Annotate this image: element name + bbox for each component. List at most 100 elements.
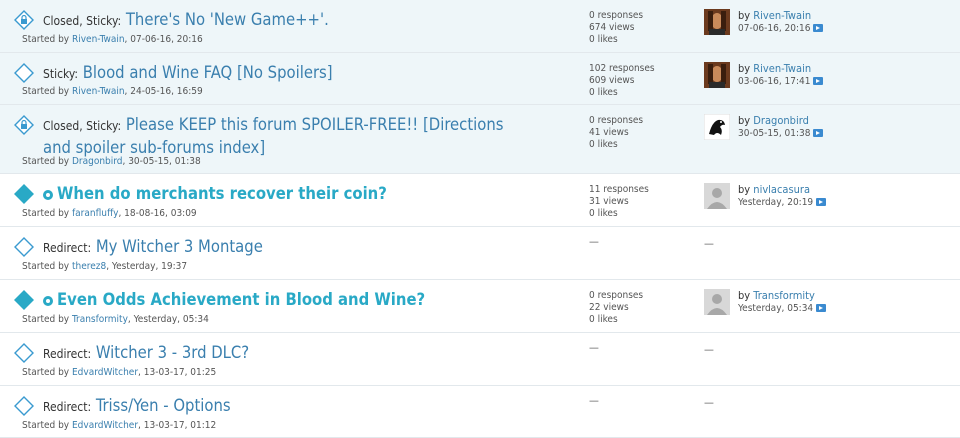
thread-title-link[interactable]: My Witcher 3 Montage <box>96 237 263 256</box>
views-count: 41 views <box>589 127 629 138</box>
thread-title-link[interactable]: Witcher 3 - 3rd DLC? <box>96 343 249 362</box>
go-to-last-post-icon[interactable] <box>813 77 824 85</box>
started-date: , Yesterday, 19:37 <box>106 261 188 272</box>
author-link[interactable]: Transformity <box>72 314 128 325</box>
thread-prefix: Sticky: <box>43 67 78 81</box>
started-by-label: Started by <box>22 86 70 97</box>
diamond-icon[interactable] <box>14 396 34 416</box>
views-count: 674 views <box>589 22 635 33</box>
last-poster-link[interactable]: Riven-Twain <box>753 9 811 22</box>
thread-row: Redirect: Witcher 3 - 3rd DLC? Started b… <box>0 333 960 386</box>
last-post: by Dragonbird 30-05-15, 01:38 <box>738 114 824 140</box>
last-post: by Transformity Yesterday, 05:34 <box>738 289 827 315</box>
thread-meta: Started by Riven-Twain, 07-06-16, 20:16 <box>22 34 203 45</box>
last-post-date: 03-06-16, 17:41 <box>738 76 811 87</box>
thread-stats: 0 responses 41 views 0 likes <box>589 115 643 151</box>
go-to-last-post-icon[interactable] <box>816 198 827 206</box>
views-count: 31 views <box>589 196 629 207</box>
last-post: by nivlacasura Yesterday, 20:19 <box>738 183 827 209</box>
by-label: by <box>738 9 751 22</box>
started-date: , Yesterday, 05:34 <box>127 314 209 325</box>
go-to-last-post-icon[interactable] <box>813 129 824 137</box>
thread-title-line: Redirect: Witcher 3 - 3rd DLC? <box>43 342 543 365</box>
responses-count: 0 responses <box>589 290 644 301</box>
responses-count: 11 responses <box>589 184 649 195</box>
author-link[interactable]: therez8 <box>72 261 106 272</box>
responses-count: 0 responses <box>589 10 644 21</box>
thread-title-line: When do merchants recover their coin? <box>43 183 543 204</box>
thread-title-line: Redirect: Triss/Yen - Options <box>43 395 543 418</box>
started-by-label: Started by <box>22 208 70 219</box>
stats-dash: — <box>589 394 599 407</box>
author-link[interactable]: faranfluffy <box>72 208 118 219</box>
avatar[interactable] <box>704 62 730 88</box>
avatar[interactable] <box>704 183 730 209</box>
thread-title-link[interactable]: Even Odds Achievement in Blood and Wine? <box>57 290 425 309</box>
diamond-icon[interactable] <box>14 237 34 257</box>
avatar[interactable] <box>704 9 730 35</box>
thread-stats: 0 responses 22 views 0 likes <box>589 290 643 326</box>
author-link[interactable]: Riven-Twain <box>72 86 125 97</box>
started-by-label: Started by <box>22 420 70 431</box>
responses-count: 0 responses <box>589 115 644 126</box>
thread-row: Sticky: Blood and Wine FAQ [No Spoilers]… <box>0 53 960 105</box>
last-poster-link[interactable]: Transformity <box>753 289 815 302</box>
by-label: by <box>738 62 751 75</box>
last-post-date: 07-06-16, 20:16 <box>738 23 811 34</box>
thread-title-link[interactable]: Triss/Yen - Options <box>96 396 231 415</box>
started-date: , 24-05-16, 16:59 <box>124 86 203 97</box>
thread-title-line: Redirect: My Witcher 3 Montage <box>43 236 543 259</box>
filled-diamond-icon[interactable] <box>14 184 34 204</box>
last-poster-link[interactable]: Riven-Twain <box>753 62 811 75</box>
thread-meta: Started by Dragonbird, 30-05-15, 01:38 <box>22 156 201 167</box>
thread-prefix: Closed, Sticky: <box>43 119 122 133</box>
thread-meta: Started by EdvardWitcher, 13-03-17, 01:1… <box>22 420 216 431</box>
stats-dash: — <box>589 235 599 248</box>
started-by-label: Started by <box>22 261 70 272</box>
go-to-first-unread-icon[interactable] <box>43 189 53 200</box>
thread-title-link[interactable]: Blood and Wine FAQ [No Spoilers] <box>83 63 333 82</box>
thread-title-line: Sticky: Blood and Wine FAQ [No Spoilers] <box>43 62 543 85</box>
closed-sticky-icon[interactable] <box>14 115 34 135</box>
likes-count: 0 likes <box>589 87 618 98</box>
thread-title-link[interactable]: When do merchants recover their coin? <box>57 184 387 203</box>
thread-title-line: Even Odds Achievement in Blood and Wine? <box>43 289 543 310</box>
author-link[interactable]: EdvardWitcher <box>72 367 138 378</box>
thread-meta: Started by Riven-Twain, 24-05-16, 16:59 <box>22 86 203 97</box>
thread-row: Redirect: Triss/Yen - Options Started by… <box>0 386 960 438</box>
filled-diamond-icon[interactable] <box>14 290 34 310</box>
diamond-icon[interactable] <box>14 63 34 83</box>
started-by-label: Started by <box>22 156 70 167</box>
likes-count: 0 likes <box>589 208 618 219</box>
thread-meta: Started by Transformity, Yesterday, 05:3… <box>22 314 209 325</box>
thread-row: Closed, Sticky: Please KEEP this forum S… <box>0 105 960 174</box>
avatar[interactable] <box>704 114 730 140</box>
last-poster-link[interactable]: Dragonbird <box>753 114 809 127</box>
by-label: by <box>738 289 751 302</box>
last-poster-link[interactable]: nivlacasura <box>753 183 810 196</box>
author-link[interactable]: Riven-Twain <box>72 34 125 45</box>
thread-prefix: Redirect: <box>43 347 92 361</box>
thread-prefix: Redirect: <box>43 241 92 255</box>
go-to-first-unread-icon[interactable] <box>43 295 53 306</box>
diamond-icon[interactable] <box>14 343 34 363</box>
thread-row: Closed, Sticky: There's No 'New Game++'.… <box>0 0 960 53</box>
started-by-label: Started by <box>22 34 70 45</box>
thread-prefix: Redirect: <box>43 400 92 414</box>
last-post-dash: — <box>704 237 714 250</box>
go-to-last-post-icon[interactable] <box>813 24 824 32</box>
thread-title-link[interactable]: There's No 'New Game++'. <box>126 10 329 29</box>
thread-stats: 11 responses 31 views 0 likes <box>589 184 649 220</box>
author-link[interactable]: EdvardWitcher <box>72 420 138 431</box>
closed-sticky-icon[interactable] <box>14 10 34 30</box>
avatar[interactable] <box>704 289 730 315</box>
by-label: by <box>738 183 751 196</box>
last-post-dash: — <box>704 396 714 409</box>
go-to-last-post-icon[interactable] <box>816 304 827 312</box>
last-post-date: Yesterday, 05:34 <box>738 303 814 314</box>
author-link[interactable]: Dragonbird <box>72 156 123 167</box>
started-by-label: Started by <box>22 314 70 325</box>
started-by-label: Started by <box>22 367 70 378</box>
started-date: , 07-06-16, 20:16 <box>124 34 203 45</box>
thread-meta: Started by therez8, Yesterday, 19:37 <box>22 261 187 272</box>
